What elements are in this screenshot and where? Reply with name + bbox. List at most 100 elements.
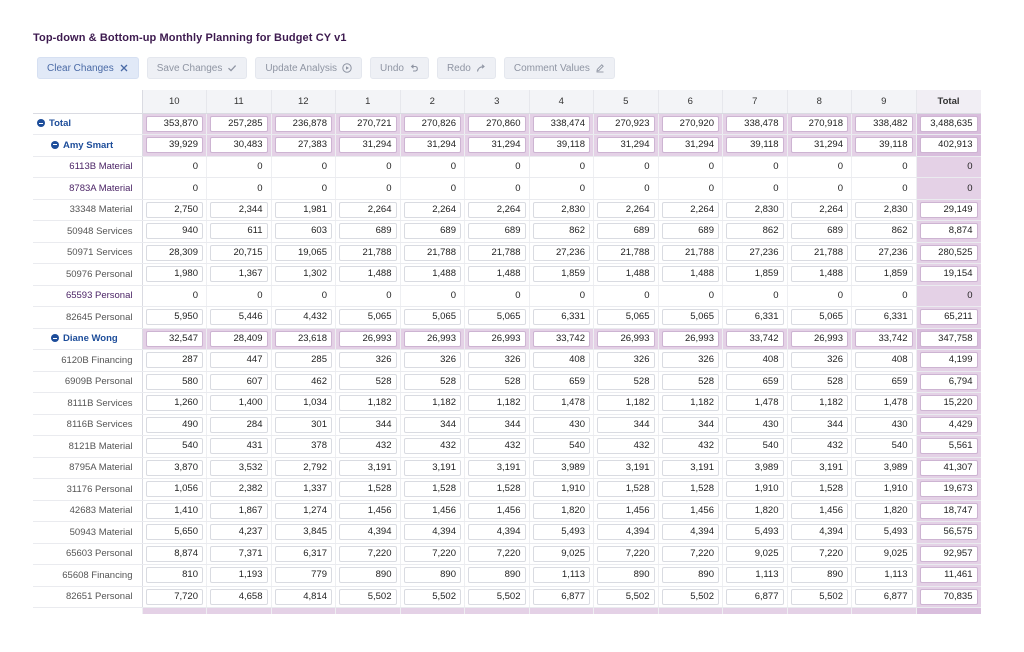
value-input[interactable]: 31,294 (790, 137, 848, 154)
value-input[interactable]: 4,394 (597, 524, 655, 541)
value-input[interactable]: 430 (532, 416, 590, 433)
value-input[interactable]: 7,220 (597, 545, 655, 562)
value-input[interactable]: 270,860 (468, 115, 526, 132)
value-input[interactable]: 890 (339, 567, 397, 584)
total-input[interactable]: 92,957 (919, 545, 978, 562)
value-input[interactable]: 19,065 (274, 244, 332, 261)
value-input[interactable]: 2,264 (597, 201, 655, 218)
value-input[interactable]: 1,488 (339, 266, 397, 283)
value-input[interactable]: 27,236 (532, 244, 590, 261)
value-input[interactable]: 1,182 (339, 395, 397, 412)
value-input[interactable]: 1,182 (403, 395, 461, 412)
value-input[interactable]: 257,285 (210, 115, 268, 132)
value-input[interactable]: 5,502 (403, 588, 461, 605)
value-input[interactable]: 1,337 (274, 481, 332, 498)
value-input[interactable]: 7,220 (339, 545, 397, 562)
value-input[interactable]: 27,236 (855, 244, 913, 261)
value-input[interactable]: 1,193 (210, 567, 268, 584)
collapse-icon[interactable] (37, 119, 45, 128)
update-analysis-button[interactable]: Update Analysis (255, 57, 363, 79)
value-input[interactable]: 326 (597, 352, 655, 369)
value-input[interactable]: 430 (855, 416, 913, 433)
value-input[interactable]: 353,870 (145, 115, 203, 132)
value-input[interactable]: 6,331 (726, 309, 784, 326)
value-input[interactable]: 3,191 (661, 459, 719, 476)
value-input[interactable]: 810 (145, 567, 203, 584)
value-input[interactable]: 270,721 (339, 115, 397, 132)
value-input[interactable]: 26,993 (661, 330, 719, 347)
value-input[interactable]: 32,547 (145, 330, 203, 347)
value-input[interactable]: 528 (661, 373, 719, 390)
value-input[interactable]: 5,493 (855, 524, 913, 541)
value-input[interactable]: 5,446 (210, 309, 268, 326)
total-input[interactable]: 65,211 (919, 309, 978, 326)
value-input[interactable]: 344 (790, 416, 848, 433)
value-input[interactable]: 1,260 (145, 395, 203, 412)
clear-changes-button[interactable]: Clear Changes (37, 57, 139, 79)
value-input[interactable]: 432 (339, 438, 397, 455)
value-input[interactable]: 1,478 (855, 395, 913, 412)
value-input[interactable]: 21,788 (661, 244, 719, 261)
total-input[interactable]: 4,199 (919, 352, 978, 369)
value-input[interactable]: 2,830 (532, 201, 590, 218)
value-input[interactable]: 5,502 (468, 588, 526, 605)
value-input[interactable]: 39,118 (726, 137, 784, 154)
value-input[interactable]: 431 (210, 438, 268, 455)
value-input[interactable]: 326 (661, 352, 719, 369)
value-input[interactable]: 26,993 (790, 330, 848, 347)
value-input[interactable]: 1,456 (403, 502, 461, 519)
value-input[interactable]: 447 (210, 352, 268, 369)
value-input[interactable]: 7,220 (790, 545, 848, 562)
value-input[interactable]: 6,331 (532, 309, 590, 326)
value-input[interactable]: 1,910 (855, 481, 913, 498)
row-label[interactable]: Amy Smart (33, 134, 143, 157)
value-input[interactable]: 689 (790, 223, 848, 240)
value-input[interactable]: 326 (403, 352, 461, 369)
value-input[interactable]: 28,309 (145, 244, 203, 261)
value-input[interactable]: 689 (468, 223, 526, 240)
value-input[interactable]: 39,929 (145, 137, 203, 154)
value-input[interactable]: 611 (210, 223, 268, 240)
value-input[interactable]: 1,528 (403, 481, 461, 498)
column-header-month[interactable]: 10 (142, 90, 207, 114)
total-input[interactable]: 56,575 (919, 524, 978, 541)
column-header-month[interactable]: 6 (658, 90, 723, 114)
value-input[interactable]: 5,493 (532, 524, 590, 541)
total-input[interactable]: 347,758 (919, 330, 978, 347)
value-input[interactable]: 2,264 (661, 201, 719, 218)
value-input[interactable]: 689 (339, 223, 397, 240)
value-input[interactable]: 1,528 (790, 481, 848, 498)
column-header-month[interactable]: 12 (271, 90, 336, 114)
value-input[interactable]: 23,618 (274, 330, 332, 347)
value-input[interactable]: 31,294 (661, 137, 719, 154)
value-input[interactable]: 2,830 (726, 201, 784, 218)
value-input[interactable]: 6,317 (274, 545, 332, 562)
value-input[interactable]: 7,220 (661, 545, 719, 562)
column-header-month[interactable]: 4 (529, 90, 594, 114)
value-input[interactable]: 1,910 (532, 481, 590, 498)
value-input[interactable]: 5,065 (403, 309, 461, 326)
total-input[interactable]: 11,461 (919, 567, 978, 584)
value-input[interactable]: 39,118 (532, 137, 590, 154)
value-input[interactable]: 6,331 (855, 309, 913, 326)
value-input[interactable]: 432 (597, 438, 655, 455)
value-input[interactable]: 1,528 (597, 481, 655, 498)
value-input[interactable]: 2,264 (468, 201, 526, 218)
value-input[interactable]: 603 (274, 223, 332, 240)
value-input[interactable]: 301 (274, 416, 332, 433)
value-input[interactable]: 540 (532, 438, 590, 455)
value-input[interactable]: 270,826 (403, 115, 461, 132)
value-input[interactable]: 9,025 (726, 545, 784, 562)
value-input[interactable]: 1,859 (855, 266, 913, 283)
value-input[interactable]: 1,056 (145, 481, 203, 498)
value-input[interactable]: 659 (726, 373, 784, 390)
value-input[interactable]: 21,788 (468, 244, 526, 261)
value-input[interactable]: 326 (339, 352, 397, 369)
value-input[interactable]: 4,814 (274, 588, 332, 605)
save-changes-button[interactable]: Save Changes (146, 57, 248, 79)
value-input[interactable]: 1,456 (468, 502, 526, 519)
total-input[interactable]: 6,794 (919, 373, 978, 390)
value-input[interactable]: 6,877 (726, 588, 784, 605)
value-input[interactable]: 1,981 (274, 201, 332, 218)
total-input[interactable]: 15,220 (919, 395, 978, 412)
